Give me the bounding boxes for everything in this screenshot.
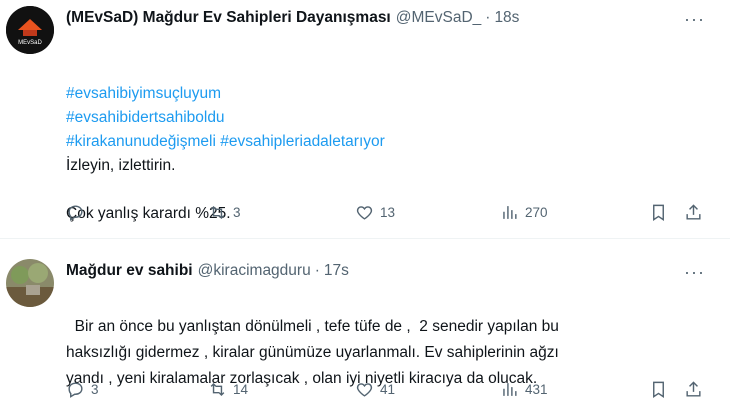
separator-dot: ·: [314, 262, 320, 279]
separator-dot: ·: [485, 9, 491, 26]
bookmark-icon: [653, 381, 664, 398]
views-count: 270: [525, 205, 548, 220]
retweet-count: 3: [233, 205, 241, 220]
retweet-button[interactable]: 3: [208, 203, 241, 222]
reply-button[interactable]: [66, 203, 91, 222]
hashtag-link[interactable]: #evsahibidertsahiboldu: [66, 106, 385, 130]
avatar-kiracimagduru[interactable]: [6, 259, 54, 307]
retweet-count: 14: [233, 382, 249, 397]
bookmark-button[interactable]: [649, 380, 668, 399]
views-icon: [503, 206, 517, 219]
reply-button[interactable]: 3: [66, 380, 99, 399]
retweet-button[interactable]: 14: [208, 380, 248, 399]
tweet-1[interactable]: MEvSaD (MEvSaD) Mağdur Ev Sahipleri Daya…: [0, 0, 730, 239]
timestamp[interactable]: 17s: [324, 262, 349, 280]
avatar-photo-icon: [6, 259, 54, 307]
views-icon: [503, 383, 517, 396]
share-icon: [686, 204, 701, 220]
author-name[interactable]: Mağdur ev sahibi: [66, 262, 193, 280]
like-count: 13: [380, 205, 396, 220]
views-count: 431: [525, 382, 548, 397]
retweet-icon: [210, 205, 225, 220]
share-button[interactable]: [684, 203, 703, 222]
hashtag-link[interactable]: #kirakanunudeğişmeli #evsahipleriadaleta…: [66, 130, 385, 154]
views-button[interactable]: 270: [500, 203, 548, 222]
like-button[interactable]: 13: [355, 203, 395, 222]
retweet-icon: [210, 382, 225, 397]
share-icon: [686, 381, 701, 397]
timestamp[interactable]: 18s: [494, 9, 519, 27]
avatar-mevsad[interactable]: MEvSaD: [6, 6, 54, 54]
reply-icon: [68, 205, 83, 221]
tweet-1-actions: 3 13 270: [66, 203, 706, 227]
like-icon: [356, 383, 373, 397]
share-button[interactable]: [684, 380, 703, 399]
tweet-1-header: (MEvSaD) Mağdur Ev Sahipleri Dayanışması…: [66, 9, 519, 27]
avatar-logo-icon: MEvSaD: [6, 6, 54, 54]
tweet-2-header: Mağdur ev sahibi @kiracimagduru · 17s: [66, 262, 349, 280]
more-icon[interactable]: ···: [684, 10, 705, 28]
author-name[interactable]: (MEvSaD) Mağdur Ev Sahipleri Dayanışması: [66, 9, 391, 27]
tweet-2-body: Bir an önce bu yanlıştan dönülmeli , tef…: [66, 288, 559, 392]
hashtag-link[interactable]: #evsahibiyimsuçluyum: [66, 82, 385, 106]
tweet-2-actions: 3 14 41 431: [66, 380, 706, 404]
author-handle[interactable]: @MEvSaD_: [396, 9, 482, 27]
like-button[interactable]: 41: [355, 380, 395, 399]
like-icon: [356, 206, 373, 220]
bookmark-icon: [653, 204, 664, 221]
reply-count: 3: [91, 382, 99, 397]
bookmark-button[interactable]: [649, 203, 668, 222]
tweet-text: Bir an önce bu yanlıştan dönülmeli , tef…: [66, 318, 559, 387]
author-handle[interactable]: @kiracimagduru: [198, 262, 311, 280]
views-button[interactable]: 431: [500, 380, 548, 399]
like-count: 41: [380, 382, 396, 397]
svg-text:MEvSaD: MEvSaD: [18, 40, 42, 46]
reply-icon: [68, 382, 83, 398]
more-icon[interactable]: ···: [684, 263, 705, 281]
